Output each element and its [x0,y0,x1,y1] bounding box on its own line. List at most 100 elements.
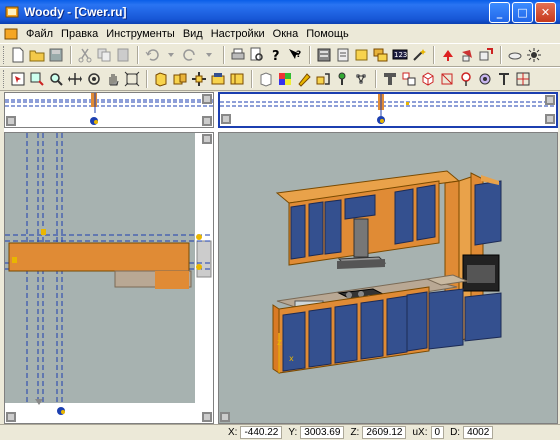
ux-label: uX: [412,427,428,438]
link-icon[interactable] [352,70,370,88]
cloud-icon[interactable] [506,46,524,64]
menu-windows[interactable]: Окна [269,28,303,40]
toolbar-separator [309,46,311,64]
split-icon[interactable] [514,70,532,88]
cut-icon[interactable] [76,46,94,64]
magic-icon[interactable] [410,46,428,64]
top-view-left[interactable] [4,92,214,128]
menu-help[interactable]: Помощь [302,28,353,40]
light-icon[interactable] [525,46,543,64]
paste-icon[interactable] [114,46,132,64]
zoom-icon[interactable] [47,70,65,88]
hand-icon[interactable] [104,70,122,88]
redo-icon[interactable] [181,46,199,64]
orbit-icon[interactable] [85,70,103,88]
handle-icon[interactable] [333,70,351,88]
y-value: 3003.69 [300,426,345,439]
toolbar-separator [433,46,435,64]
open-icon[interactable] [28,46,46,64]
window-title: Woody - [Cwer.ru] [24,5,127,19]
close-button[interactable]: ✕ [535,2,556,23]
undo-dropdown-icon[interactable] [162,46,180,64]
context-help-icon[interactable]: ? [286,46,304,64]
zoom-region-icon[interactable] [28,70,46,88]
menu-tools[interactable]: Инструменты [102,28,179,40]
minimize-button[interactable]: _ [489,2,510,23]
toolbar-grip[interactable] [3,46,6,64]
cabinet-icon[interactable] [171,70,189,88]
perspective-viewport[interactable]: z x [218,132,558,424]
drawer-icon[interactable] [209,70,227,88]
preview-icon[interactable] [248,46,266,64]
sphere-icon[interactable] [457,70,475,88]
menu-edit[interactable]: Правка [57,28,102,40]
pan-icon[interactable] [66,70,84,88]
resize-corner-icon[interactable] [6,116,16,126]
shelf-icon[interactable] [314,70,332,88]
menu-file[interactable]: Файл [22,28,57,40]
toolbar-separator [500,46,502,64]
resize-corner-icon[interactable] [221,114,231,124]
toolbar-separator [146,70,148,88]
resize-corner-icon[interactable] [220,412,230,422]
left-viewport-canvas [5,133,213,423]
plane-icon[interactable] [381,70,399,88]
x-value: -440.22 [240,426,283,439]
resize-corner-icon[interactable] [202,412,212,422]
toolbar-separator [375,70,377,88]
material-icon[interactable] [295,70,313,88]
library-icon[interactable] [315,46,333,64]
maximize-button[interactable]: □ [512,2,533,23]
cube-icon[interactable] [419,70,437,88]
new-icon[interactable] [9,46,27,64]
resize-corner-icon[interactable] [6,412,16,422]
resize-corner-icon[interactable] [545,95,555,105]
counter-icon[interactable]: 123 [391,46,409,64]
parts-icon[interactable] [334,46,352,64]
select-icon[interactable] [9,70,27,88]
text-icon[interactable] [495,70,513,88]
workspace: z x [4,92,558,424]
group-icon[interactable] [400,70,418,88]
toolbar-separator [223,46,225,64]
svg-text:?: ? [296,50,301,60]
move-icon[interactable] [190,70,208,88]
status-bar: X: -440.22 Y: 3003.69 Z: 2609.12 uX: 0 D… [0,424,560,440]
swap-icon[interactable] [477,46,495,64]
toolbar-grip[interactable] [3,70,6,88]
svg-text:x: x [289,354,294,363]
top-view-right[interactable] [218,92,558,128]
edit-icon[interactable] [257,70,275,88]
layers-icon[interactable] [372,46,390,64]
color-icon[interactable] [276,70,294,88]
ux-value: 0 [430,426,445,439]
document-icon[interactable] [4,27,18,41]
left-viewport[interactable] [4,132,214,424]
help-icon[interactable]: ? [267,46,285,64]
wire-icon[interactable] [438,70,456,88]
menu-settings[interactable]: Настройки [207,28,269,40]
undo-icon[interactable] [143,46,161,64]
redo-dropdown-icon[interactable] [200,46,218,64]
print-icon[interactable] [229,46,247,64]
resize-corner-icon[interactable] [545,114,555,124]
resize-corner-icon[interactable] [202,116,212,126]
svg-text:?: ? [272,49,280,63]
red-arrow-icon[interactable] [439,46,457,64]
toolbar-separator [70,46,72,64]
menu-bar: Файл Правка Инструменты Вид Настройки Ок… [0,24,560,43]
panel-icon[interactable] [228,70,246,88]
camera-icon[interactable] [476,70,494,88]
menu-view[interactable]: Вид [179,28,207,40]
top-view-right-canvas [220,94,556,124]
fit-icon[interactable] [123,70,141,88]
save-icon[interactable] [47,46,65,64]
rotate-icon[interactable] [458,46,476,64]
z-value: 2609.12 [362,426,407,439]
d-label: D: [450,427,461,438]
components-icon[interactable] [353,46,371,64]
box-icon[interactable] [152,70,170,88]
resize-corner-icon[interactable] [202,134,212,144]
resize-corner-icon[interactable] [202,94,212,104]
copy-icon[interactable] [95,46,113,64]
